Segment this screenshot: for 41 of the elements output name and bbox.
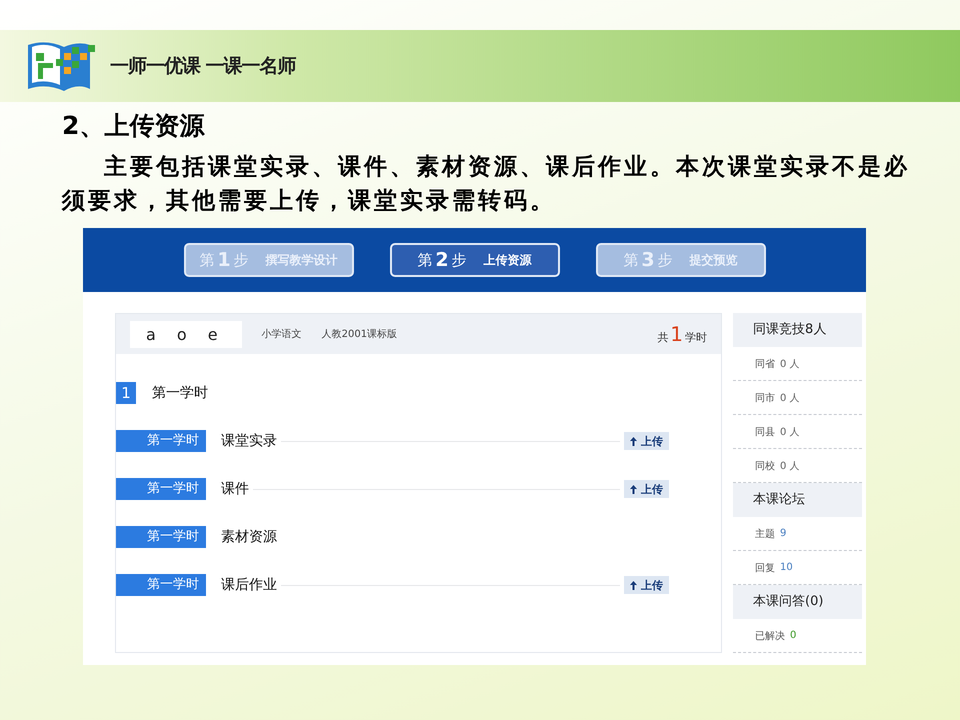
step-tab[interactable]: 第 2 步 上传资源 — [390, 243, 560, 277]
stat-value: 10 — [780, 562, 793, 573]
upload-button[interactable]: 上传 — [624, 432, 669, 450]
stat-label: 同市 — [755, 392, 775, 404]
course-edition: 人教2001课标版 — [322, 328, 398, 341]
lesson-tag: 第一学时 — [116, 430, 206, 452]
upload-button[interactable]: 上传 — [624, 480, 669, 498]
stat-label: 主题 — [755, 528, 775, 540]
slide-heading: 2、上传资源 — [62, 110, 206, 142]
stat-value: 0 人 — [780, 392, 800, 404]
lesson-tag: 第一学时 — [116, 478, 206, 500]
up-arrow-icon — [630, 484, 637, 494]
slide-paragraph: 主要包括课堂实录、课件、素材资源、课后作业。本次课堂实录不是必须要求，其他需要上传，课堂实录需转码。 — [62, 153, 911, 216]
lesson-tag: 第一学时 — [116, 526, 206, 548]
sidebar-heading: 同课竞技8人 — [733, 313, 862, 347]
course-subject: 小学语文 — [262, 328, 302, 341]
resource-name: 课后作业 — [221, 576, 277, 594]
stat-label: 同县 — [755, 426, 775, 438]
upload-button[interactable]: 上传 — [624, 576, 669, 594]
lesson-name: 第一学时 — [152, 384, 208, 402]
stat-value: 9 — [780, 528, 786, 539]
stat-label: 已解决 — [755, 630, 785, 642]
course-title: a o e — [130, 320, 242, 348]
stat-label: 回复 — [755, 562, 775, 574]
resource-name: 素材资源 — [221, 528, 277, 546]
stat-value: 0 人 — [780, 460, 800, 472]
stat-label: 同校 — [755, 460, 775, 472]
sidebar-heading: 本课论坛 — [733, 483, 862, 517]
stat-value: 0 人 — [780, 358, 800, 370]
up-arrow-icon — [630, 580, 637, 590]
logo-slogan: 一师一优课 一课一名师 — [110, 54, 296, 79]
stat-value: 0 — [790, 630, 796, 641]
lesson-tag: 第一学时 — [116, 574, 206, 596]
total-hours: 共 1 学时 — [657, 322, 707, 346]
resource-name: 课堂实录 — [221, 432, 277, 450]
stat-label: 同省 — [755, 358, 775, 370]
lesson-index: 1 — [116, 382, 136, 404]
sidebar-heading: 本课问答(0) — [733, 585, 862, 619]
up-arrow-icon — [630, 436, 637, 446]
resource-name: 课件 — [221, 480, 249, 498]
stat-value: 0 人 — [780, 426, 800, 438]
